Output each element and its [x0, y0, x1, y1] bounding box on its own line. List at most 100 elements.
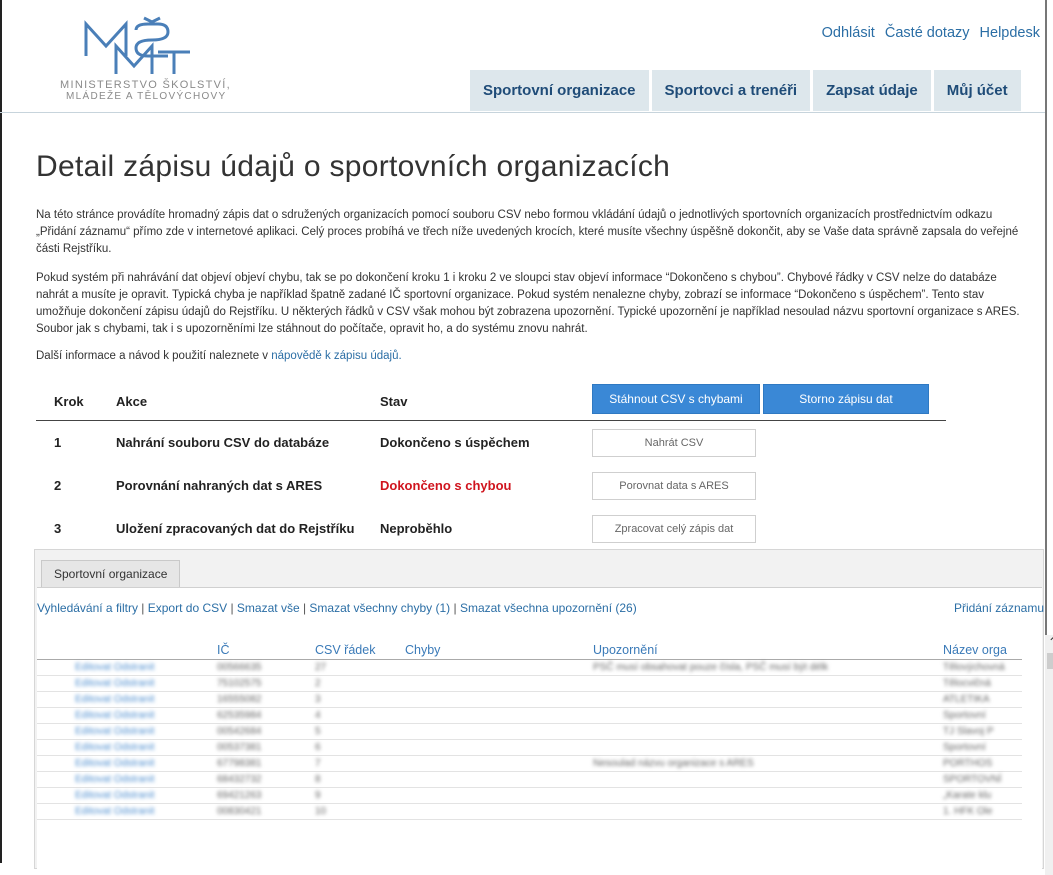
steps-header: Krok Akce Stav Stáhnout CSV s chybami St… — [36, 384, 946, 421]
errors-paragraph: Pokud systém při nahrávání dat objeví ob… — [36, 272, 1020, 335]
row-actions[interactable]: Editovat Odstranit — [75, 662, 154, 673]
msmt-logo[interactable]: Ministerstvo školství, mládeže a tělovýc… — [60, 12, 280, 112]
step-status: Dokončeno s chybou — [380, 478, 512, 493]
logo-line-2: mládeže a tělovýchovy — [66, 91, 227, 102]
upload-csv-button[interactable]: Nahrát CSV — [592, 429, 756, 457]
row-csv: 27 — [315, 662, 327, 673]
row-name: SPORTOVNÍ — [943, 774, 1002, 785]
step-row: 2 Porovnání nahraných dat s ARES Dokonče… — [36, 464, 946, 507]
delete-errors-link[interactable]: Smazat všechny chyby (1) — [309, 601, 450, 615]
nav-athletes-coaches[interactable]: Sportovci a trenéři — [651, 70, 811, 111]
row-csv: 3 — [315, 694, 321, 705]
row-actions[interactable]: Editovat Odstranit — [75, 758, 154, 769]
row-actions[interactable]: Editovat Odstranit — [75, 742, 154, 753]
row-name: Tělocvičná — [943, 678, 991, 689]
helpdesk-link[interactable]: Helpdesk — [980, 25, 1040, 41]
grid-scrollbar[interactable]: ⌃ — [1045, 635, 1053, 875]
cancel-entry-button[interactable]: Storno zápisu dat — [763, 384, 929, 414]
col-warnings[interactable]: Upozornění — [593, 643, 658, 657]
row-name: Sportovní — [943, 710, 986, 721]
page-title: Detail zápisu údajů o sportovních organi… — [36, 150, 671, 183]
step-number: 1 — [54, 435, 62, 450]
logo-text: Ministerstvo školství, mládeže a tělovýc… — [60, 80, 231, 103]
table-row: Editovat Odstranit 62535984 4 Sportovní — [37, 708, 1022, 724]
header-akce: Akce — [116, 394, 148, 409]
msmt-logo-mark — [84, 16, 190, 74]
compare-ares-button[interactable]: Porovnat data s ARES — [592, 472, 756, 500]
table-row: Editovat Odstranit 00542684 5 TJ Slavoj P — [37, 724, 1022, 740]
row-ic: 00537381 — [217, 742, 262, 753]
row-warning: Nesoulad názvu organizace s ARES — [593, 758, 754, 769]
step-row: 1 Nahrání souboru CSV do databáze Dokonč… — [36, 421, 946, 464]
step-row: 3 Uložení zpracovaných dat do Rejstříku … — [36, 507, 946, 550]
nav-my-account[interactable]: Můj účet — [933, 70, 1021, 111]
row-actions[interactable]: Editovat Odstranit — [75, 678, 154, 689]
row-csv: 8 — [315, 774, 321, 785]
table-row: Editovat Odstranit 69421263 9 „Karate klu — [37, 788, 1022, 804]
grid-header: IČ CSV řádek Chyby Upozornění Název orga — [37, 641, 1022, 660]
row-csv: 4 — [315, 710, 321, 721]
row-actions[interactable]: Editovat Odstranit — [75, 806, 154, 817]
nav-enter-data[interactable]: Zapsat údaje — [813, 70, 931, 111]
row-name: PORTHOS — [943, 758, 993, 769]
faq-link[interactable]: Časté dotazy — [885, 25, 970, 41]
delete-warnings-link[interactable]: Smazat všechna upozornění (26) — [460, 601, 637, 615]
col-org-name[interactable]: Název orga — [943, 643, 1007, 657]
table-row: Editovat Odstranit 00566635 27 PSČ musí obs… — [37, 660, 1022, 676]
row-ic: 75102575 — [217, 678, 262, 689]
delete-all-link[interactable]: Smazat vše — [237, 601, 300, 615]
table-row: Editovat Odstranit 75102575 2 Tělocvičná — [37, 676, 1022, 692]
col-errors[interactable]: Chyby — [405, 643, 440, 657]
steps-table: Krok Akce Stav Stáhnout CSV s chybami St… — [36, 384, 946, 550]
row-csv: 5 — [315, 726, 321, 737]
step-number: 2 — [54, 478, 62, 493]
header-divider — [0, 112, 1045, 113]
scroll-up-icon[interactable]: ⌃ — [1048, 635, 1053, 649]
row-ic: 00830421 — [217, 806, 262, 817]
row-actions[interactable]: Editovat Odstranit — [75, 790, 154, 801]
row-warning: PSČ musí obsahovat pouze čísla, PSČ musí… — [593, 662, 829, 673]
row-name: „Karate klu — [943, 790, 992, 801]
row-csv: 6 — [315, 742, 321, 753]
row-actions[interactable]: Editovat Odstranit — [75, 726, 154, 737]
row-ic: 00542684 — [217, 726, 262, 737]
row-ic: 16555082 — [217, 694, 262, 705]
row-ic: 68432732 — [217, 774, 262, 785]
download-csv-errors-button[interactable]: Stáhnout CSV s chybami — [592, 384, 760, 414]
table-row: Editovat Odstranit 00830421 10 1. HFK Ole — [37, 804, 1022, 820]
top-links: Odhlásit Časté dotazy Helpdesk — [816, 25, 1040, 41]
header-stav: Stav — [380, 394, 408, 409]
search-filters-link[interactable]: Vyhledávání a filtry — [37, 601, 138, 615]
row-actions[interactable]: Editovat Odstranit — [75, 774, 154, 785]
tab-sport-organizations[interactable]: Sportovní organizace — [41, 560, 181, 587]
intro-paragraph: Na této stránce provádíte hromadný zápis… — [36, 209, 1019, 255]
row-ic: 69421263 — [217, 790, 262, 801]
add-record-link[interactable]: Přidání záznamu — [954, 601, 1044, 615]
row-actions[interactable]: Editovat Odstranit — [75, 694, 154, 705]
step-action: Uložení zpracovaných dat do Rejstříku — [116, 521, 355, 536]
row-csv: 10 — [315, 806, 327, 817]
action-links: Vyhledávání a filtry | Export do CSV | S… — [37, 601, 637, 615]
row-ic: 67798381 — [217, 758, 262, 769]
records-grid: IČ CSV řádek Chyby Upozornění Název orga… — [37, 641, 1022, 820]
process-entry-button[interactable]: Zpracovat celý zápis dat — [592, 515, 756, 543]
row-name: 1. HFK Ole — [943, 806, 993, 817]
col-csv-row[interactable]: CSV řádek — [315, 643, 375, 657]
col-ic[interactable]: IČ — [217, 643, 230, 657]
export-csv-link[interactable]: Export do CSV — [148, 601, 227, 615]
main-nav: Sportovní organizace Sportovci a trenéři… — [470, 70, 1021, 111]
row-csv: 7 — [315, 758, 321, 769]
nav-sport-organizations[interactable]: Sportovní organizace — [470, 70, 649, 111]
row-name: ATLETIKA — [943, 694, 990, 705]
row-csv: 9 — [315, 790, 321, 801]
step-number: 3 — [54, 521, 62, 536]
table-row: Editovat Odstranit 16555082 3 ATLETIKA — [37, 692, 1022, 708]
logout-link[interactable]: Odhlásit — [822, 25, 875, 41]
row-actions[interactable]: Editovat Odstranit — [75, 710, 154, 721]
step-status: Neproběhlo — [380, 521, 453, 536]
table-row: Editovat Odstranit 67798381 7 Nesoulad názv… — [37, 756, 1022, 772]
help-link[interactable]: nápovědě k zápisu údajů. — [271, 350, 401, 362]
step-action: Nahrání souboru CSV do databáze — [116, 435, 330, 450]
row-name: Tělovýchovná — [943, 662, 1005, 673]
scroll-thumb[interactable] — [1047, 653, 1053, 669]
